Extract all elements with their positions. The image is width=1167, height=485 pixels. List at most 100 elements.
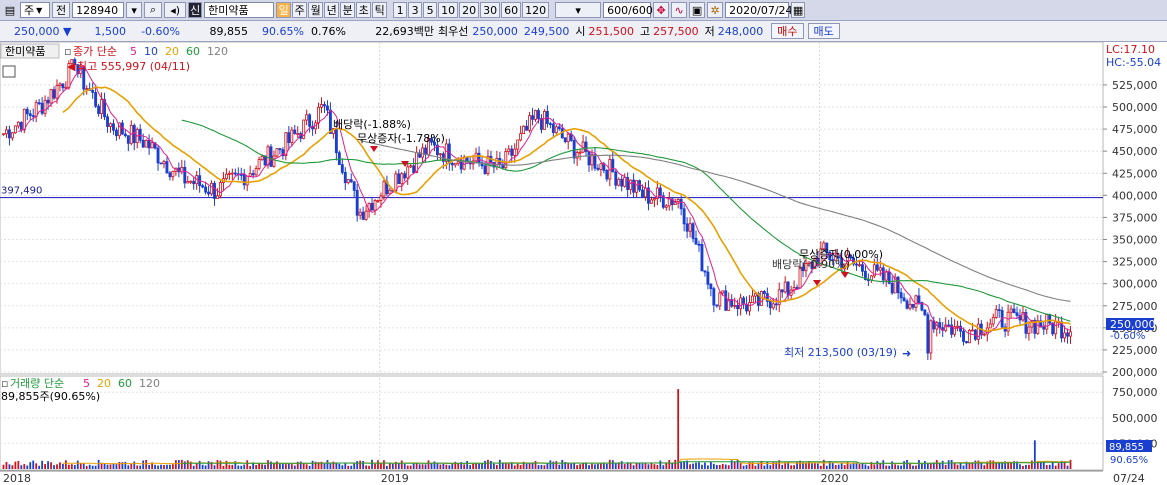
candle-body [652,198,656,201]
candle-body [251,173,255,176]
interval-button-60[interactable]: 60 [501,2,522,18]
settings-icon[interactable] [2,65,16,78]
candle-body [644,187,647,198]
candle-body [540,118,543,130]
period-button-4[interactable]: 분 [340,2,356,18]
sell-button[interactable]: 매도 [807,23,840,39]
volume-tick-label: 500,000 [1112,412,1158,425]
candle-body [649,199,653,204]
candle-body [703,270,707,273]
candle-body [438,153,442,156]
candle-body [638,180,641,191]
period-button-3[interactable]: 년 [324,2,340,18]
interval-button-1[interactable]: 1 [393,2,408,18]
code-dropdown-icon[interactable]: ▾ [126,2,143,18]
prev-button[interactable]: 전 [52,2,71,18]
candle-body [531,115,534,120]
candle-body [126,135,130,144]
candle-body [287,132,291,143]
candle-body [997,309,1001,311]
menu-icon[interactable]: ▤ [2,2,18,18]
candle-body [768,301,772,309]
candle-body [620,178,624,187]
candle-body [664,205,668,208]
candle-body [477,152,481,164]
period-button-6[interactable]: 틱 [372,2,388,18]
candle-body [109,123,112,127]
interval-button-120[interactable]: 120 [522,2,550,18]
candle-body [563,137,567,143]
buy-button[interactable]: 매수 [771,23,804,39]
candle-body [364,210,368,220]
code-input[interactable]: 128940 [72,2,125,18]
candle-body [721,290,725,294]
candle-body [522,125,526,134]
candle-body [320,104,323,108]
credit-badge: 신 [188,2,203,18]
interval-dropdown[interactable]: ▾ [555,2,602,18]
candle-body [230,172,234,175]
interval-button-10[interactable]: 10 [438,2,459,18]
price-change: 1,500 [94,24,127,38]
candle-body [326,105,329,111]
candle-body [881,267,885,281]
candle-body [189,180,193,183]
stock-chart[interactable]: 200,000 225,000 250,000 275,000 300,000 325,0… [0,42,1167,485]
y-tick-label: 450,000 [1112,145,1158,158]
candle-body [542,111,546,130]
candle-body [751,295,754,303]
interval-button-5[interactable]: 5 [423,2,438,18]
period-button-2[interactable]: 월 [308,2,324,18]
candle-body [106,116,109,127]
trend-icon[interactable]: ∿ [671,2,688,18]
tool-arrows-icon[interactable]: ✥ [653,2,670,18]
candle-body [884,271,888,281]
interval-button-3[interactable]: 3 [408,2,423,18]
candle-body [795,287,799,289]
save-icon[interactable]: ▣ [689,2,706,18]
date-input[interactable]: 2020/07/24 [725,2,793,18]
candle-body [453,162,457,166]
candle-body [878,267,882,271]
candle-body [1036,320,1040,334]
candle-body [207,191,211,195]
candle-body [192,180,196,185]
candle-body [91,90,95,93]
gear-icon[interactable]: ✲ [707,2,724,18]
interval-button-20[interactable]: 20 [459,2,480,18]
candle-body [43,99,47,114]
candle-body [1051,322,1055,335]
candle-body [421,147,425,158]
candle-body [224,173,228,180]
x-tick-label: 2019 [381,472,409,485]
candle-body [269,146,273,167]
period-button-0[interactable]: 일 [276,2,292,18]
period-buttons: 일주월년분초틱 [276,2,388,18]
speaker-icon[interactable]: ◂) [164,2,187,18]
candle-body [554,126,558,133]
candle-body [22,108,26,131]
candle-body [718,292,722,307]
candle-body [899,292,903,299]
candle-body [406,166,410,179]
calendar-icon[interactable]: ▦ [791,2,806,18]
candle-body [956,325,960,328]
market-label: 주 [24,4,35,17]
candle-body [528,115,532,131]
candle-body [355,189,359,216]
interval-button-30[interactable]: 30 [480,2,501,18]
candle-body [266,146,270,166]
period-button-5[interactable]: 초 [356,2,372,18]
candle-body [210,182,213,195]
candle-body [239,174,243,176]
count-input[interactable]: 600/600 [603,2,653,18]
market-select[interactable]: 주 ▼ [20,2,50,18]
current-price: 250,000 ▼ [14,24,72,38]
search-icon[interactable]: ⌕ [144,2,163,18]
candle-body [733,304,737,307]
volume-legend-ma-20: 20 [97,377,111,390]
period-button-1[interactable]: 주 [292,2,308,18]
reference-line-label: 397,490 [1,186,42,197]
candle-body [679,198,683,210]
low-marker: 최저 213,500 (03/19) [784,346,897,359]
